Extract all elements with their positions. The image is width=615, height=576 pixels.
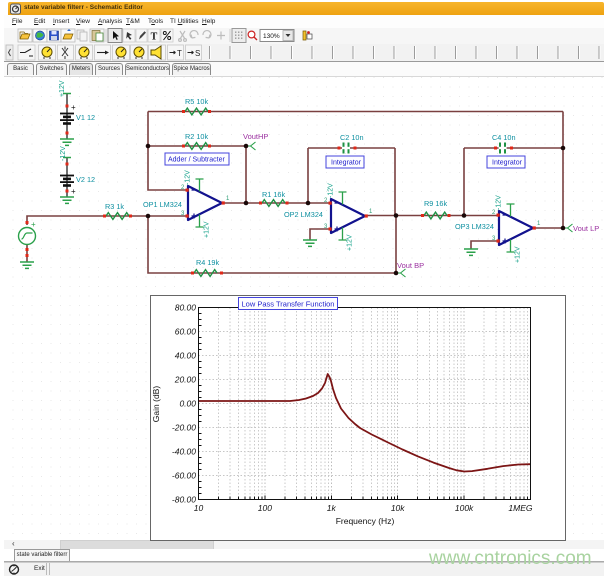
svg-text:10k: 10k <box>391 503 405 513</box>
svg-text:Low Pass Transfer Function: Low Pass Transfer Function <box>242 300 335 309</box>
svg-text:100k: 100k <box>455 503 474 513</box>
svg-text:+: + <box>71 103 76 112</box>
svg-text:-20.00: -20.00 <box>172 423 196 433</box>
svg-text:C4 10n: C4 10n <box>492 133 516 142</box>
svg-text:Gain (dB): Gain (dB) <box>151 386 161 423</box>
svg-text:60.00: 60.00 <box>175 327 197 337</box>
svg-text:VoutHP: VoutHP <box>243 132 268 141</box>
svg-text:-80.00: -80.00 <box>172 495 196 505</box>
svg-text:Vout LP: Vout LP <box>573 224 599 233</box>
svg-text:0.00: 0.00 <box>179 399 196 409</box>
svg-text:Integrator: Integrator <box>492 160 523 167</box>
svg-text:Vout BP: Vout BP <box>397 261 424 270</box>
svg-text:Adder / Subtracter: Adder / Subtracter <box>168 157 225 164</box>
svg-text:OP2 LM324: OP2 LM324 <box>284 210 323 219</box>
svg-text:OP3 LM324: OP3 LM324 <box>455 222 494 231</box>
svg-text:R1 16k: R1 16k <box>262 190 285 199</box>
svg-text:-12V: -12V <box>60 146 67 161</box>
svg-text:R2 10k: R2 10k <box>185 132 208 141</box>
svg-text:R9 16k: R9 16k <box>424 199 447 208</box>
svg-text:Integrator: Integrator <box>331 160 362 167</box>
svg-text:R3 1k: R3 1k <box>105 202 124 211</box>
svg-text:C2 10n: C2 10n <box>340 133 364 142</box>
svg-text:+: + <box>31 220 36 229</box>
svg-text:-40.00: -40.00 <box>172 447 196 457</box>
svg-text:V1 12: V1 12 <box>76 113 95 122</box>
svg-text:R5 10k: R5 10k <box>185 97 208 106</box>
svg-text:20.00: 20.00 <box>174 375 197 385</box>
svg-text:V2 12: V2 12 <box>76 175 95 184</box>
svg-text:Frequency (Hz): Frequency (Hz) <box>336 516 395 526</box>
svg-text:R4 19k: R4 19k <box>196 258 219 267</box>
svg-text:100: 100 <box>258 503 272 513</box>
svg-text:80.00: 80.00 <box>175 303 197 313</box>
svg-text:40.00: 40.00 <box>175 351 197 361</box>
svg-text:OP1 LM324: OP1 LM324 <box>143 200 182 209</box>
svg-text:+12V: +12V <box>59 80 66 97</box>
svg-text:10: 10 <box>194 503 204 513</box>
svg-text:1MEG: 1MEG <box>508 503 532 513</box>
svg-text:1k: 1k <box>327 503 337 513</box>
svg-text:+: + <box>71 187 76 196</box>
svg-text:-60.00: -60.00 <box>172 471 196 481</box>
